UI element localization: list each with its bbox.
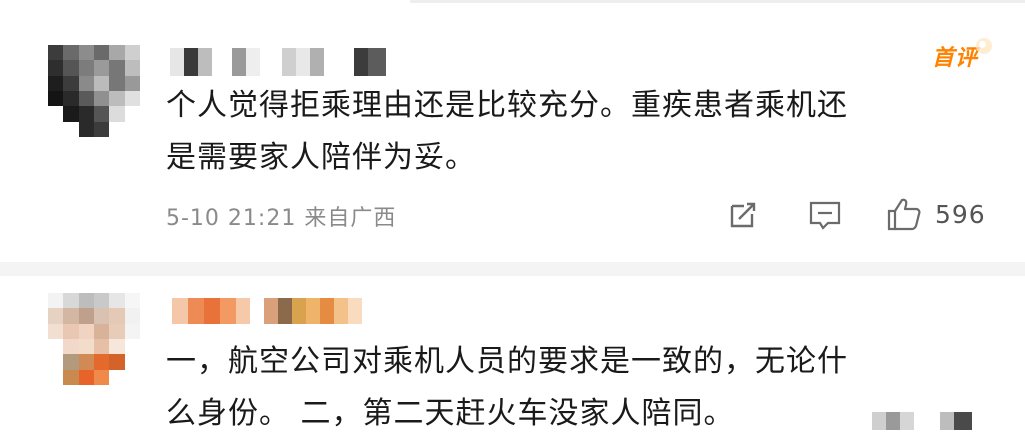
avatar[interactable] bbox=[48, 293, 140, 385]
comment-icon[interactable] bbox=[808, 200, 842, 230]
comment-date: 5-10 21:21 bbox=[166, 206, 297, 231]
comment-location: 来自广西 bbox=[304, 206, 397, 231]
avatar[interactable] bbox=[48, 45, 140, 137]
top-divider bbox=[410, 0, 1025, 3]
meta-mosaic bbox=[872, 412, 972, 430]
comment-text-line: 么身份。 二，第二天赶火车没家人陪同。 bbox=[166, 396, 735, 431]
comment-text: 个人觉得拒乘理由还是比较充分。重疾患者乘机还 是需要家人陪伴为妥。 bbox=[166, 80, 986, 184]
like-icon[interactable] bbox=[886, 196, 922, 232]
like-count: 596 bbox=[935, 200, 986, 229]
comment-divider bbox=[0, 262, 1025, 276]
username-mosaic[interactable] bbox=[172, 298, 362, 324]
comment-text-line: 是需要家人陪伴为妥。 bbox=[166, 140, 476, 175]
share-icon[interactable] bbox=[728, 200, 758, 230]
username-mosaic[interactable] bbox=[170, 48, 386, 76]
first-comment-badge: 首评 bbox=[932, 38, 993, 72]
comment-text: 一，航空公司对乘机人员的要求是一致的，无论什 么身份。 二，第二天赶火车没家人陪… bbox=[166, 336, 986, 440]
comment-meta: 5-10 21:21 来自广西 bbox=[166, 200, 396, 232]
comment-text-line: 个人觉得拒乘理由还是比较充分。重疾患者乘机还 bbox=[166, 88, 848, 123]
comment-text-line: 一，航空公司对乘机人员的要求是一致的，无论什 bbox=[166, 344, 848, 379]
